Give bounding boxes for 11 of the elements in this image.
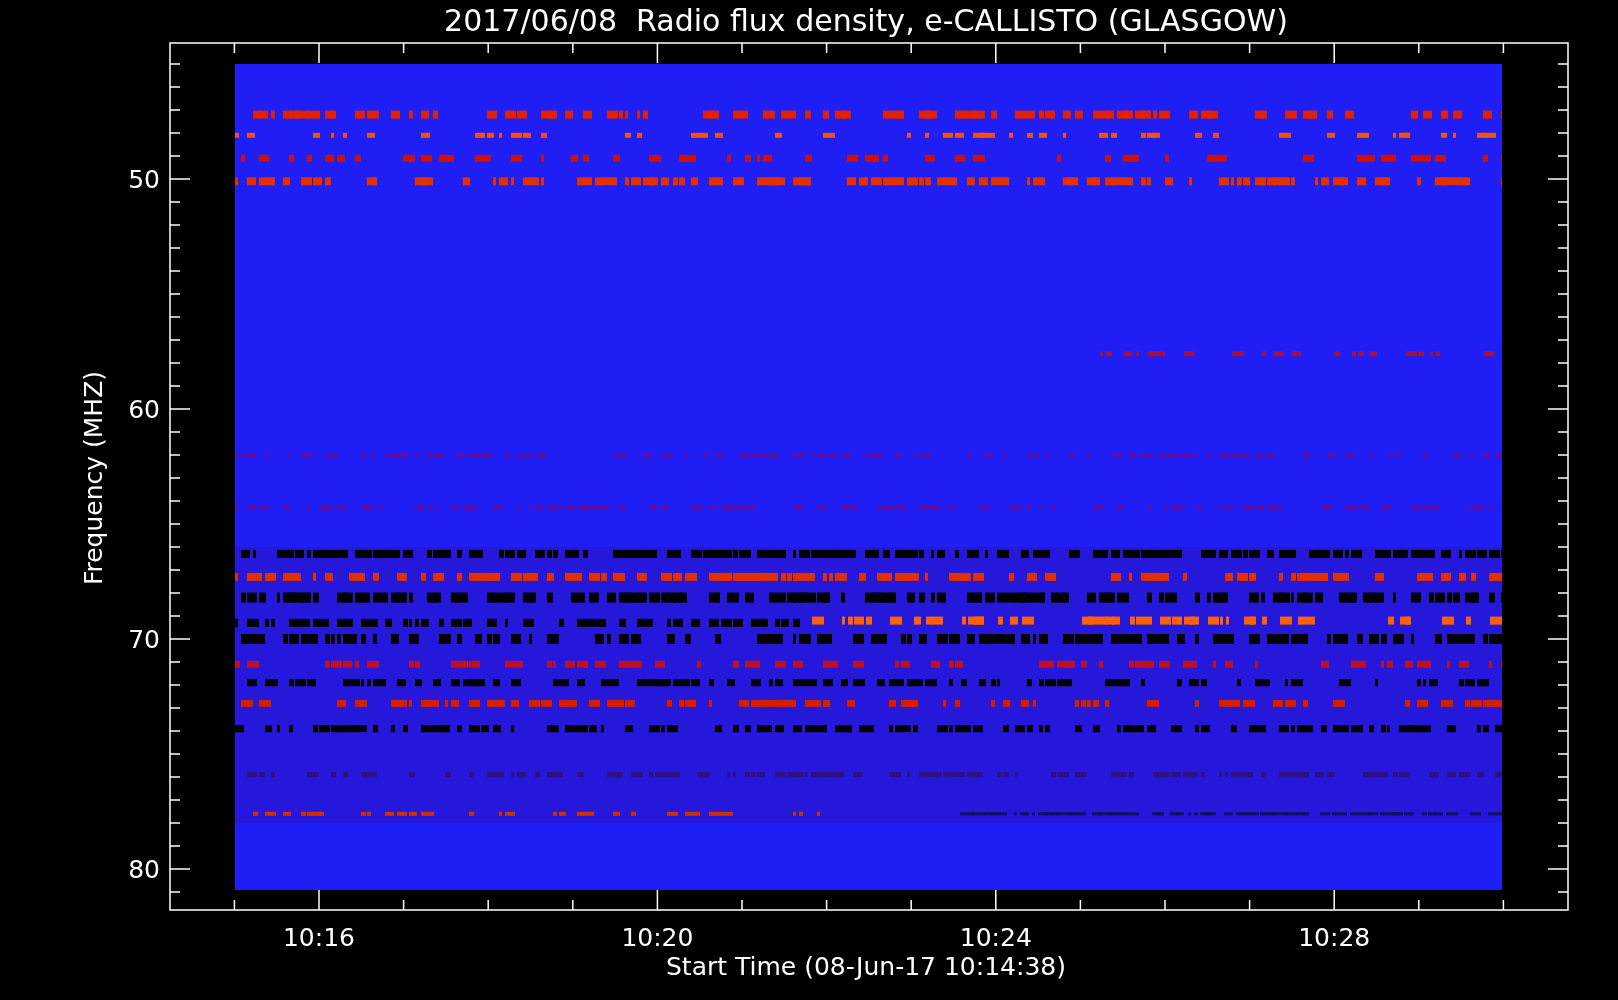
axis-tick-label: 60 [128,395,160,424]
axis-tick-label: 10:20 [621,923,694,952]
axis-tick-label: 10:24 [959,923,1032,952]
chart-title: 2017/06/08 Radio flux density, e-CALLISTO (GLASGOW) [444,3,1288,38]
axis-tick-label: 70 [128,625,160,654]
x-axis-label: Start Time (08-Jun-17 10:14:38) [666,952,1066,981]
y-axis-label: Frequency (MHZ) [79,370,108,586]
axis-tick-label: 80 [128,855,160,884]
axis-tick-label: 10:28 [1298,923,1371,952]
axis-tick-label: 10:16 [283,923,355,952]
axis-tick-label: 50 [128,165,160,194]
